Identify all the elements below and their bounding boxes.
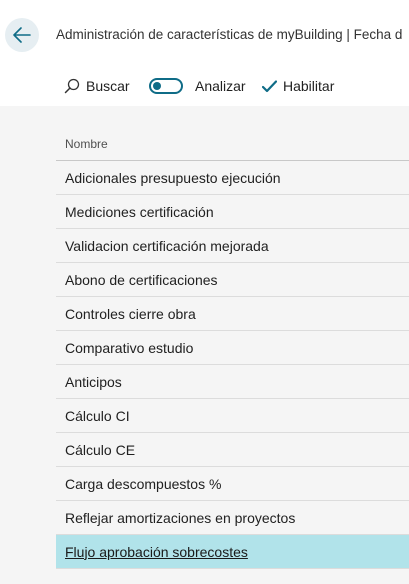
toggle-knob: [153, 82, 161, 90]
list-item[interactable]: Adicionales presupuesto ejecución: [56, 161, 409, 195]
enable-label: Habilitar: [283, 78, 335, 94]
page-title: Administración de características de myB…: [56, 27, 403, 42]
analyze-toggle[interactable]: Analizar: [149, 66, 246, 106]
enable-button[interactable]: Habilitar: [262, 66, 334, 106]
action-bar: Buscar Analizar Habilitar: [0, 66, 409, 106]
list-item[interactable]: Carga descompuestos %: [56, 467, 409, 501]
arrow-left-icon: [13, 27, 31, 43]
list-item[interactable]: Validacion certificación mejorada: [56, 229, 409, 263]
list-item[interactable]: Cálculo CI: [56, 399, 409, 433]
features-list: Nombre Adicionales presupuesto ejecución…: [56, 128, 409, 569]
list-item-selected[interactable]: Flujo aprobación sobrecostes: [56, 535, 409, 569]
checkmark-icon: [262, 79, 277, 92]
column-header-name[interactable]: Nombre: [56, 128, 409, 161]
list-item[interactable]: Cálculo CE: [56, 433, 409, 467]
back-button[interactable]: [5, 18, 39, 52]
search-icon: [64, 78, 80, 94]
list-item[interactable]: Comparativo estudio: [56, 331, 409, 365]
list-item[interactable]: Mediciones certificación: [56, 195, 409, 229]
search-label: Buscar: [86, 78, 130, 94]
page-header: Administración de características de myB…: [0, 0, 409, 66]
list-item[interactable]: Anticipos: [56, 365, 409, 399]
list-item[interactable]: Abono de certificaciones: [56, 263, 409, 297]
toggle-switch[interactable]: [149, 78, 183, 94]
list-item[interactable]: Controles cierre obra: [56, 297, 409, 331]
list-item[interactable]: Reflejar amortizaciones en proyectos: [56, 501, 409, 535]
search-button[interactable]: Buscar: [64, 66, 130, 106]
analyze-label: Analizar: [195, 78, 246, 94]
